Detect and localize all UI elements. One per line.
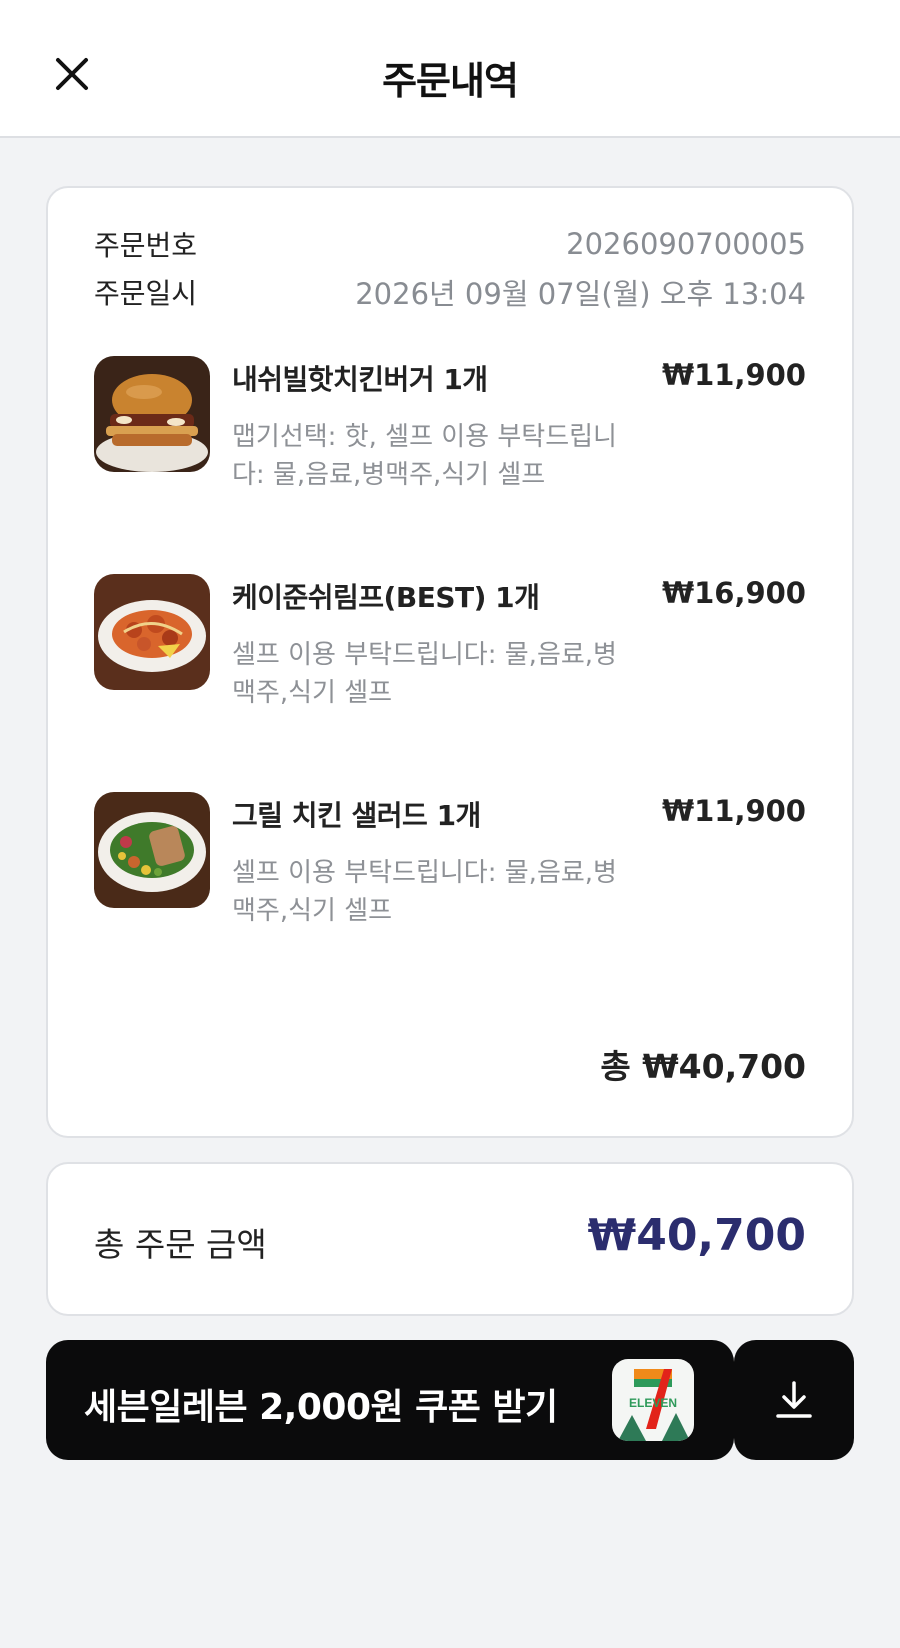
total-amount-label: 총 주문 금액 (94, 1225, 267, 1264)
total-amount-card: 총 주문 금액 ₩40,700 (46, 1162, 854, 1316)
svg-text:ELEVEN: ELEVEN (629, 1396, 677, 1410)
item-name: 그릴 치킨 샐러드 1개 (232, 799, 481, 832)
page-title: 주문내역 (382, 59, 519, 103)
item-name: 케이준쉬림프(BEST) 1개 (232, 581, 540, 614)
order-detail-card: 주문번호 2026090700005 주문일시 2026년 09월 07일(월)… (46, 186, 854, 1138)
download-icon (776, 1381, 812, 1418)
coupon-label: 세븐일레븐 2,000원 쿠폰 받기 (84, 1387, 558, 1428)
order-date-row: 주문일시 2026년 09월 07일(월) 오후 13:04 (94, 272, 806, 312)
order-item: 내쉬빌핫치킨버거 1개 ₩11,900 맵기선택: 핫, 셀프 이용 부탁드립니… (94, 356, 806, 526)
item-price: ₩11,900 (662, 358, 806, 392)
item-options: 셀프 이용 부탁드립니다: 물,음료,병맥주,식기 셀프 (232, 858, 617, 926)
item-price: ₩11,900 (662, 794, 806, 828)
seven-eleven-logo: ELEVEN (612, 1359, 694, 1441)
seven-eleven-coupon-button[interactable]: 세븐일레븐 2,000원 쿠폰 받기 ELEVEN (46, 1340, 734, 1460)
order-number-value: 2026090700005 (566, 227, 806, 261)
item-name: 내쉬빌핫치킨버거 1개 (232, 363, 488, 396)
order-date-label: 주문일시 (94, 277, 198, 310)
coupon-download-button[interactable] (734, 1340, 854, 1460)
top-bar: 주문내역 (0, 0, 900, 138)
total-amount-value: ₩40,700 (587, 1210, 806, 1261)
item-options: 맵기선택: 핫, 셀프 이용 부탁드립니다: 물,음료,병맥주,식기 셀프 (232, 422, 617, 490)
order-item: 그릴 치킨 샐러드 1개 ₩11,900 셀프 이용 부탁드립니다: 물,음료,… (94, 792, 806, 962)
order-item: 케이준쉬림프(BEST) 1개 ₩16,900 셀프 이용 부탁드립니다: 물,… (94, 574, 806, 744)
order-number-row: 주문번호 2026090700005 (94, 224, 806, 264)
order-number-label: 주문번호 (94, 229, 198, 262)
item-price: ₩16,900 (662, 576, 806, 610)
burger-image (94, 356, 210, 472)
order-date-value: 2026년 09월 07일(월) 오후 13:04 (355, 277, 806, 311)
order-subtotal: 총 ₩40,700 (600, 1047, 806, 1086)
shrimp-image (94, 574, 210, 690)
item-options: 셀프 이용 부탁드립니다: 물,음료,병맥주,식기 셀프 (232, 640, 617, 708)
salad-image (94, 792, 210, 908)
